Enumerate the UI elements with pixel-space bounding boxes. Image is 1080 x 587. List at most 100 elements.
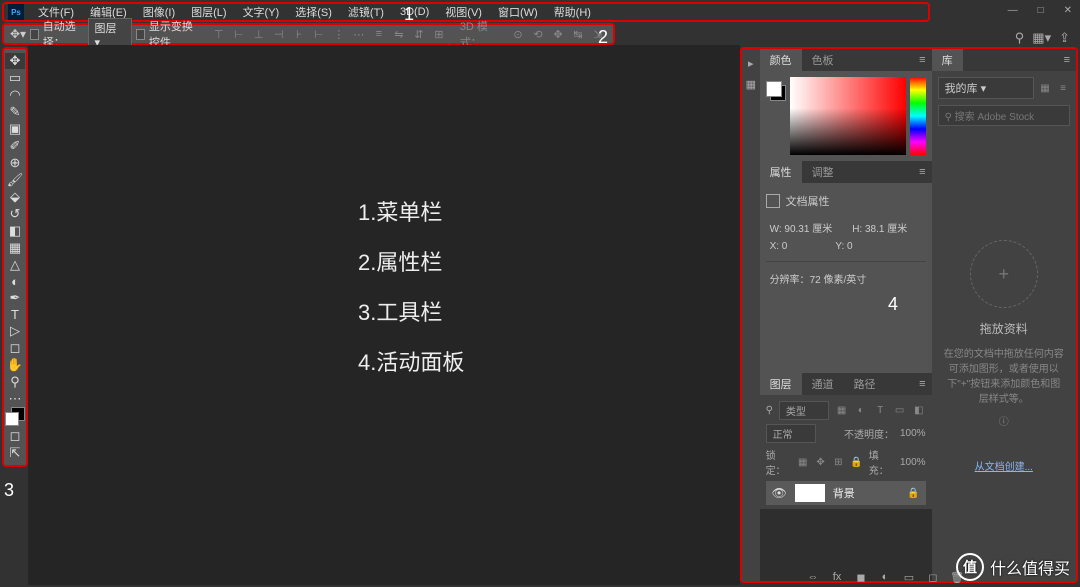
3d-orbit-icon[interactable]: ⊙ <box>509 25 527 43</box>
flip-h-icon[interactable]: ⇋ <box>390 25 408 43</box>
tab-channels[interactable]: 通道 <box>802 373 844 395</box>
show-transform-checkbox[interactable] <box>136 29 145 40</box>
panel-menu-icon[interactable]: ≡ <box>913 378 931 390</box>
align-bottom-icon[interactable]: ⊥ <box>250 25 268 43</box>
more-tools[interactable]: ⋯ <box>5 391 25 407</box>
panel-menu-icon[interactable]: ≡ <box>913 166 931 178</box>
tab-paths[interactable]: 路径 <box>844 373 886 395</box>
fx-icon[interactable]: fx <box>830 571 844 584</box>
library-search[interactable]: ⚲ 搜索 Adobe Stock <box>938 105 1070 126</box>
workspace-icon[interactable]: ▦▾ <box>1032 30 1051 46</box>
fg-color[interactable] <box>5 412 19 426</box>
align-left-icon[interactable]: ⊣ <box>270 25 288 43</box>
stamp-tool[interactable]: ⬙ <box>5 189 25 205</box>
align-top-icon[interactable]: ⊤ <box>210 25 228 43</box>
menu-type[interactable]: 文字(Y) <box>235 2 288 22</box>
dodge-tool[interactable]: ◐ <box>5 274 25 289</box>
close-icon[interactable]: ✕ <box>1064 5 1072 16</box>
new-layer-icon[interactable]: ◻ <box>926 571 940 584</box>
lock-pixels-icon[interactable]: ▦ <box>797 455 809 469</box>
quickmask-tool[interactable]: ◻ <box>5 428 25 444</box>
search-icon[interactable]: ⚲ <box>1015 30 1025 46</box>
tab-icon-2[interactable]: ▦ <box>746 78 756 91</box>
visibility-icon[interactable]: 👁 <box>772 486 787 500</box>
tab-adjustments[interactable]: 调整 <box>802 161 844 183</box>
3d-pan-icon[interactable]: ✥ <box>549 25 567 43</box>
layer-thumbnail[interactable] <box>795 484 825 502</box>
heal-tool[interactable]: ⊕ <box>5 155 25 171</box>
lib-list-icon[interactable]: ≡ <box>1056 81 1070 95</box>
menu-3d[interactable]: 3D(D) <box>392 4 437 20</box>
history-brush-tool[interactable]: ↺ <box>5 206 25 222</box>
brush-tool[interactable]: 🖌 <box>5 172 25 188</box>
move-tool[interactable]: ✥ <box>5 53 25 69</box>
align-hcenter-icon[interactable]: ⊦ <box>290 25 308 43</box>
wand-tool[interactable]: ✎ <box>5 104 25 120</box>
library-drop-zone[interactable]: + 拖放资料 在您的文档中拖放任何内容可添加图形，或者使用以下"+"按钮来添加颜… <box>932 132 1076 581</box>
blur-tool[interactable]: △ <box>5 257 25 273</box>
pen-tool[interactable]: ✒ <box>5 290 25 306</box>
3d-slide-icon[interactable]: ↹ <box>569 25 587 43</box>
distribute-icon[interactable]: ≡ <box>370 25 388 43</box>
zoom-tool[interactable]: ⚲ <box>5 374 25 390</box>
layer-background[interactable]: 👁 背景 🔒 <box>766 481 926 505</box>
create-from-doc-link[interactable]: 从文档创建... <box>975 458 1033 473</box>
lock-all-icon[interactable]: 🔒 <box>850 455 862 469</box>
color-swatch[interactable] <box>5 412 25 421</box>
align-vcenter-icon[interactable]: ⊢ <box>230 25 248 43</box>
link-layers-icon[interactable]: ⇔ <box>806 571 820 584</box>
type-tool[interactable]: T <box>5 307 25 322</box>
panel-menu-icon[interactable]: ≡ <box>1058 54 1076 66</box>
crop-tool[interactable]: ▣ <box>5 121 25 137</box>
tab-swatches[interactable]: 色板 <box>802 49 844 71</box>
tab-color[interactable]: 颜色 <box>760 49 802 71</box>
opacity-value[interactable]: 100% <box>900 428 926 439</box>
eyedropper-tool[interactable]: ✐ <box>5 138 25 154</box>
align-icon[interactable]: ⊞ <box>430 25 448 43</box>
canvas-area[interactable]: 1.菜单栏 2.属性栏 3.工具栏 4.活动面板 <box>28 45 740 585</box>
filter-adjust-icon[interactable]: ◐ <box>854 404 867 418</box>
adjustment-icon[interactable]: ◐ <box>878 571 892 584</box>
tab-layers[interactable]: 图层 <box>760 373 802 395</box>
path-tool[interactable]: ▷ <box>5 323 25 339</box>
maximize-icon[interactable]: □ <box>1038 5 1044 16</box>
filter-type-icon[interactable]: T <box>874 404 887 418</box>
color-panel-swatch[interactable] <box>766 81 786 101</box>
tab-icon-1[interactable]: ▸ <box>748 57 754 70</box>
library-select[interactable]: 我的库 ▾ <box>938 77 1034 99</box>
flip-v-icon[interactable]: ⇵ <box>410 25 428 43</box>
menu-filter[interactable]: 滤镜(T) <box>340 2 392 22</box>
color-gradient[interactable] <box>790 77 906 155</box>
screenmode-tool[interactable]: ⇱ <box>5 445 25 461</box>
lock-artboard-icon[interactable]: ⊞ <box>832 455 844 469</box>
lasso-tool[interactable]: ◠ <box>5 87 25 103</box>
filter-shape-icon[interactable]: ▭ <box>893 404 906 418</box>
minimize-icon[interactable]: — <box>1008 5 1018 16</box>
add-icon[interactable]: + <box>970 240 1038 308</box>
distribute-h-icon[interactable]: ⋮ <box>330 25 348 43</box>
hand-tool[interactable]: ✋ <box>5 357 25 373</box>
mask-icon[interactable]: ◼ <box>854 571 868 584</box>
lock-position-icon[interactable]: ✥ <box>815 455 827 469</box>
marquee-tool[interactable]: ▭ <box>5 70 25 86</box>
tab-library[interactable]: 库 <box>932 49 963 71</box>
3d-roll-icon[interactable]: ⟲ <box>529 25 547 43</box>
menu-select[interactable]: 选择(S) <box>287 2 340 22</box>
shape-tool[interactable]: ◻ <box>5 340 25 356</box>
filter-smart-icon[interactable]: ◧ <box>912 404 925 418</box>
blend-mode-select[interactable]: 正常 <box>766 424 816 443</box>
share-icon[interactable]: ⇪ <box>1059 30 1070 46</box>
align-right-icon[interactable]: ⊢ <box>310 25 328 43</box>
filter-pixel-icon[interactable]: ▦ <box>835 404 848 418</box>
distribute-v-icon[interactable]: ⋯ <box>350 25 368 43</box>
auto-select-checkbox[interactable] <box>30 29 39 40</box>
hue-slider[interactable] <box>910 77 926 155</box>
tab-properties[interactable]: 属性 <box>760 161 802 183</box>
panel-menu-icon[interactable]: ≡ <box>913 54 931 66</box>
gradient-tool[interactable]: ▦ <box>5 240 25 256</box>
filter-icon[interactable]: ⚲ <box>766 405 773 416</box>
menu-help[interactable]: 帮助(H) <box>546 2 599 22</box>
group-icon[interactable]: ▭ <box>902 571 916 584</box>
menu-window[interactable]: 窗口(W) <box>490 2 546 22</box>
help-icon[interactable]: ⓘ <box>999 413 1009 428</box>
